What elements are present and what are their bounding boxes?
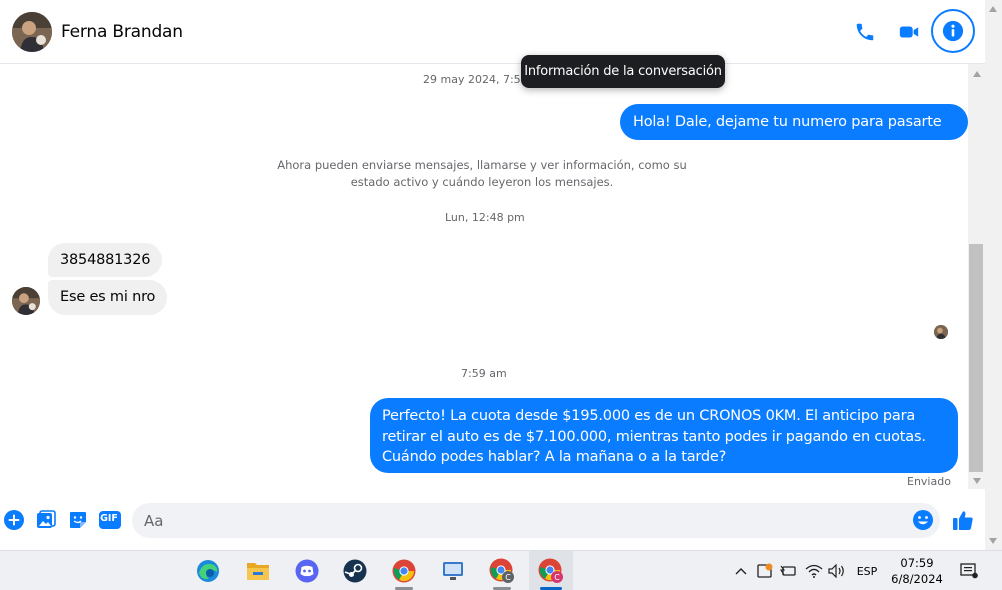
message-bubble-outgoing[interactable]: Hola! Dale, dejame tu numero para pasart…	[620, 104, 968, 166]
chat-scrollbar-thumb[interactable]	[969, 244, 983, 472]
timestamp: 7:59 am	[461, 367, 507, 380]
chrome-icon	[392, 559, 416, 583]
wifi-button[interactable]	[803, 551, 825, 590]
video-call-button[interactable]	[891, 14, 927, 50]
discord-icon	[295, 559, 319, 583]
browser-scrollbar[interactable]	[985, 0, 1002, 550]
clock-date: 6/8/2024	[891, 572, 943, 586]
volume-button[interactable]	[826, 551, 848, 590]
svg-text:C: C	[554, 573, 560, 582]
read-receipt-avatar	[934, 325, 948, 339]
file-explorer-icon	[247, 563, 269, 580]
remote-desktop-app[interactable]	[431, 551, 475, 590]
emoji-icon	[913, 510, 933, 530]
more-actions-button[interactable]	[2, 508, 26, 532]
contact-avatar[interactable]	[12, 12, 52, 52]
messenger-window: Ferna Brandan 29 may 2024, 7:57 Hola! Da…	[0, 0, 1002, 590]
battery-button[interactable]	[778, 551, 800, 590]
video-icon	[899, 26, 919, 38]
message-bubble-outgoing[interactable]: Perfecto! La cuota desde $195.000 es de …	[370, 398, 958, 473]
gif-label: GIF	[100, 513, 118, 524]
triangle-down-icon	[972, 478, 981, 484]
privacy-notice: Ahora pueden enviarse mensajes, llamarse…	[277, 158, 687, 189]
notifications-button[interactable]	[958, 551, 980, 590]
tray-app-button[interactable]	[754, 551, 776, 590]
scroll-down-arrow[interactable]	[968, 473, 985, 489]
battery-charging-icon	[780, 565, 796, 576]
chrome-profile-c-icon: C	[489, 558, 514, 583]
sticker-icon	[70, 512, 86, 528]
triangle-down-icon	[989, 538, 997, 544]
chrome-app[interactable]	[382, 551, 426, 590]
file-explorer-app[interactable]	[236, 551, 280, 590]
svg-text:C: C	[505, 573, 511, 582]
speaker-icon	[828, 564, 844, 578]
edge-icon	[197, 560, 219, 582]
scroll-up-arrow[interactable]	[968, 66, 985, 82]
voice-call-button[interactable]	[847, 14, 883, 50]
system-clock[interactable]: 07:59 6/8/2024	[884, 555, 950, 587]
timestamp: Lun, 12:48 pm	[445, 211, 525, 224]
message-bubble-incoming[interactable]: Ese es mi nro	[48, 280, 168, 315]
sender-avatar[interactable]	[12, 287, 40, 315]
remote-desktop-icon	[443, 562, 463, 580]
chrome-profile-active-app[interactable]: C	[529, 551, 573, 590]
chevron-up-icon	[735, 568, 747, 575]
steam-icon	[343, 559, 367, 583]
discord-app[interactable]	[285, 551, 329, 590]
notification-icon	[960, 563, 978, 579]
conversation-info-button[interactable]	[931, 9, 975, 53]
attach-image-button[interactable]	[34, 508, 58, 532]
wifi-icon	[805, 564, 823, 578]
conversation-header: Ferna Brandan	[0, 0, 985, 64]
plus-icon	[4, 510, 24, 530]
edge-app[interactable]	[186, 551, 230, 590]
like-icon	[953, 511, 973, 530]
chrome-profile-app[interactable]: C	[480, 551, 524, 590]
info-tooltip: Información de la conversación	[521, 55, 725, 88]
chrome-profile-c-active-icon: C	[538, 558, 563, 583]
message-input[interactable]	[132, 503, 940, 538]
clock-time: 07:59	[900, 556, 934, 570]
message-list: 29 may 2024, 7:57 Hola! Dale, dejame tu …	[0, 64, 968, 496]
show-hidden-icons-button[interactable]	[731, 551, 751, 590]
input-language[interactable]: ESP	[852, 551, 882, 590]
delivery-status: Enviado	[907, 475, 951, 488]
image-icon	[37, 510, 56, 528]
windows-taskbar: C C ESP 07:59 6/8/2024	[0, 550, 1002, 590]
emoji-button[interactable]	[911, 508, 935, 532]
message-bubble-incoming[interactable]: 3854881326	[48, 243, 163, 277]
triangle-up-icon	[972, 71, 981, 77]
update-alert-icon	[757, 563, 773, 578]
contact-name[interactable]: Ferna Brandan	[61, 22, 183, 42]
info-icon	[942, 20, 964, 42]
gif-button[interactable]: GIF	[98, 508, 122, 532]
message-composer: GIF	[0, 496, 985, 550]
like-button[interactable]	[951, 508, 975, 532]
triangle-up-icon	[989, 6, 997, 12]
timestamp: 29 may 2024, 7:57	[423, 73, 528, 86]
phone-icon	[856, 23, 874, 41]
sticker-button[interactable]	[66, 508, 90, 532]
steam-app[interactable]	[333, 551, 377, 590]
